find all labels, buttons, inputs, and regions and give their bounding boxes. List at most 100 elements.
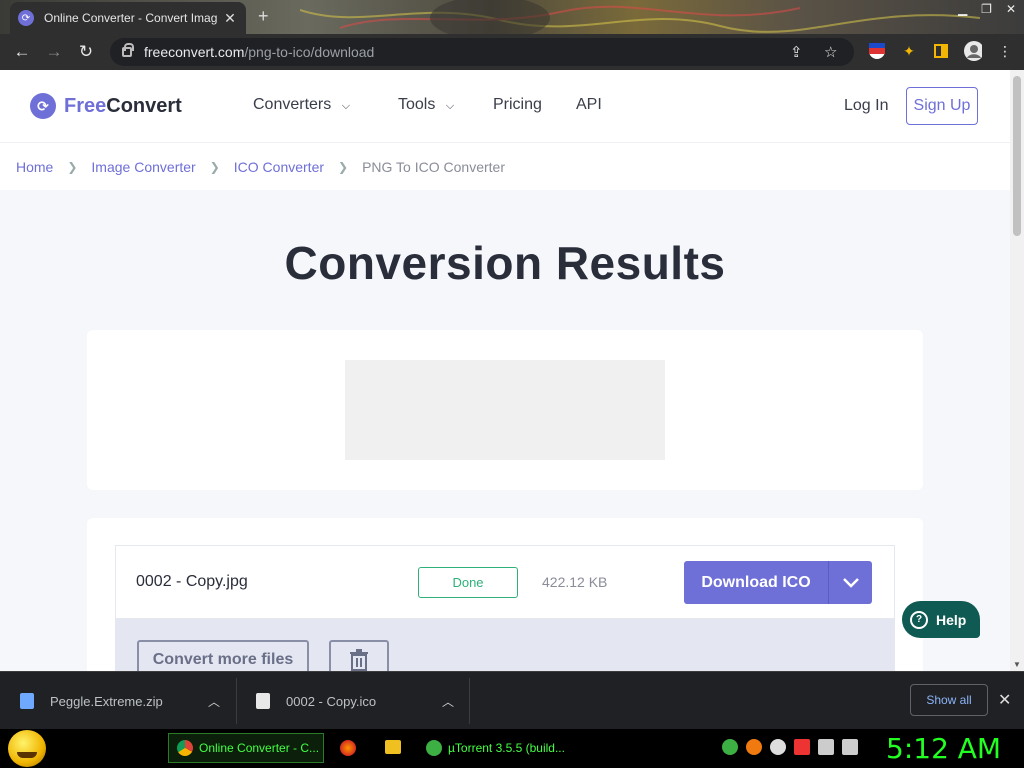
- taskbar-item[interactable]: Online Converter - C...: [168, 733, 324, 763]
- chevron-down-icon[interactable]: [828, 561, 872, 604]
- new-tab-button[interactable]: +: [258, 6, 269, 27]
- download-item[interactable]: Peggle.Extreme.zip ︿: [20, 672, 230, 730]
- page-title: Conversion Results: [284, 237, 726, 289]
- back-arrow-icon[interactable]: ←: [6, 42, 38, 62]
- tab-title: Online Converter - Convert Imag: [44, 11, 218, 25]
- nav-converters[interactable]: Converters ⌵: [253, 96, 350, 114]
- nav-tools-label: Tools: [398, 96, 436, 113]
- help-question-icon: ?: [910, 610, 928, 629]
- share-icon[interactable]: ⇪: [790, 43, 803, 61]
- start-button[interactable]: [8, 730, 46, 767]
- os-taskbar: Online Converter - C... µTorrent 3.5.5 (…: [0, 729, 1024, 768]
- ad-card: [87, 330, 923, 490]
- close-window-icon[interactable]: ✕: [1006, 2, 1016, 16]
- browser-tab-active[interactable]: ⟳ Online Converter - Convert Imag ✕: [10, 2, 246, 34]
- extension-icons: ✦ ⋮: [868, 41, 1014, 61]
- chevron-right-icon: ❯: [67, 159, 78, 174]
- file-actions-bar: Convert more files: [115, 619, 895, 671]
- download-ico-label: Download ICO: [701, 573, 811, 591]
- logo-text-free: Free: [64, 94, 107, 117]
- bookmark-star-icon[interactable]: ☆: [824, 43, 837, 61]
- chevron-right-icon: ❯: [209, 159, 220, 174]
- convert-more-files-button[interactable]: Convert more files: [137, 640, 309, 671]
- minimize-icon[interactable]: ▁: [958, 2, 967, 16]
- url-path: /png-to-ico/download: [244, 44, 375, 60]
- taskbar-item[interactable]: µTorrent 3.5.5 (build...: [418, 733, 576, 763]
- taskbar-clock[interactable]: 5:12 AM: [886, 732, 1001, 765]
- ad-placeholder: [345, 360, 665, 460]
- signup-button[interactable]: Sign Up: [906, 87, 978, 125]
- breadcrumb-ico-converter[interactable]: ICO Converter: [234, 159, 324, 175]
- page-scrollbar[interactable]: ▼: [1010, 70, 1024, 671]
- volume-tray-icon[interactable]: [842, 739, 858, 755]
- menu-kebab-icon[interactable]: ⋮: [996, 42, 1014, 60]
- forward-arrow-icon[interactable]: →: [38, 42, 70, 62]
- show-all-button[interactable]: Show all: [910, 684, 988, 716]
- flag-tray-icon[interactable]: [794, 739, 810, 755]
- breadcrumb-current: PNG To ICO Converter: [362, 158, 505, 175]
- trash-icon: [350, 649, 368, 671]
- nav-pricing[interactable]: Pricing: [493, 96, 542, 114]
- wallpaper-decoration: [300, 0, 980, 34]
- close-shelf-icon[interactable]: ✕: [998, 690, 1011, 710]
- zip-file-icon: [20, 693, 34, 709]
- system-tray: [722, 739, 858, 755]
- freeconvert-favicon: ⟳: [18, 10, 34, 26]
- breadcrumb: Home ❯ Image Converter ❯ ICO Converter ❯…: [0, 142, 1010, 190]
- shelf-divider: [469, 678, 470, 724]
- delete-button[interactable]: [329, 640, 389, 671]
- results-card: 0002 - Copy.jpg Done 422.12 KB Download …: [87, 518, 923, 671]
- puzzle-extensions-icon[interactable]: ✦: [900, 42, 918, 60]
- download-ico-button[interactable]: Download ICO: [684, 561, 872, 604]
- chevron-right-icon: ❯: [338, 159, 349, 174]
- profile-avatar-icon[interactable]: [964, 41, 982, 61]
- scrollbar-thumb[interactable]: [1013, 76, 1021, 236]
- reload-icon[interactable]: ↻: [70, 42, 102, 62]
- logo-text-convert: Convert: [106, 94, 182, 117]
- browser-titlebar: ⟳ Online Converter - Convert Imag ✕ + ▁ …: [0, 0, 1024, 34]
- breadcrumb-image-converter[interactable]: Image Converter: [91, 159, 195, 175]
- network-tray-icon[interactable]: [818, 739, 834, 755]
- chevron-up-icon[interactable]: ︿: [208, 693, 220, 710]
- site-header: ⟳ Free Convert Converters ⌵ Tools ⌵ Prici…: [0, 70, 1010, 142]
- login-link[interactable]: Log In: [844, 97, 888, 115]
- maximize-icon[interactable]: ❐: [981, 2, 992, 16]
- ico-file-icon: [256, 693, 270, 709]
- nav-tools[interactable]: Tools ⌵: [398, 96, 454, 114]
- status-badge: Done: [418, 567, 518, 598]
- chevron-down-icon: ⌵: [341, 100, 351, 112]
- freeconvert-logo[interactable]: ⟳ Free Convert: [30, 93, 182, 119]
- web-page: ⟳ Free Convert Converters ⌵ Tools ⌵ Prici…: [0, 70, 1010, 671]
- file-result-row: 0002 - Copy.jpg Done 422.12 KB Download …: [115, 545, 895, 619]
- help-button[interactable]: ? Help: [902, 601, 980, 638]
- utorrent-icon: [426, 740, 442, 756]
- folder-icon[interactable]: [385, 740, 401, 754]
- address-bar[interactable]: freeconvert.com/png-to-ico/download ⇪ ☆: [110, 38, 854, 66]
- chrome-icon: [177, 740, 193, 756]
- url-host: freeconvert.com: [144, 44, 245, 60]
- download-shelf: Peggle.Extreme.zip ︿ 0002 - Copy.ico ︿ S…: [0, 671, 1024, 729]
- nav-converters-label: Converters: [253, 96, 332, 113]
- utorrent-tray-icon[interactable]: [722, 739, 738, 755]
- nav-api[interactable]: API: [576, 96, 602, 114]
- chevron-up-icon[interactable]: ︿: [442, 693, 454, 710]
- chat-tray-icon[interactable]: [770, 739, 786, 755]
- logo-mark-icon: ⟳: [30, 93, 56, 119]
- help-label: Help: [936, 611, 967, 628]
- scroll-down-arrow-icon[interactable]: ▼: [1013, 660, 1021, 669]
- file-size: 422.12 KB: [542, 574, 608, 590]
- breadcrumb-home[interactable]: Home: [16, 159, 53, 175]
- close-tab-icon[interactable]: ✕: [222, 10, 238, 27]
- chevron-down-icon: ⌵: [445, 100, 455, 112]
- firefox-icon[interactable]: [340, 740, 356, 756]
- file-name: 0002 - Copy.jpg: [136, 573, 248, 590]
- download-item[interactable]: 0002 - Copy.ico ︿: [256, 672, 456, 730]
- search-tray-icon[interactable]: [746, 739, 762, 755]
- download-item-name: Peggle.Extreme.zip: [50, 693, 163, 709]
- taskbar-item-label: Online Converter - C...: [199, 741, 320, 755]
- shelf-divider: [236, 678, 237, 724]
- flag-extension-icon[interactable]: [868, 42, 886, 60]
- lock-icon: [122, 43, 134, 57]
- sidebar-panel-icon[interactable]: [932, 42, 950, 60]
- download-item-name: 0002 - Copy.ico: [286, 693, 377, 709]
